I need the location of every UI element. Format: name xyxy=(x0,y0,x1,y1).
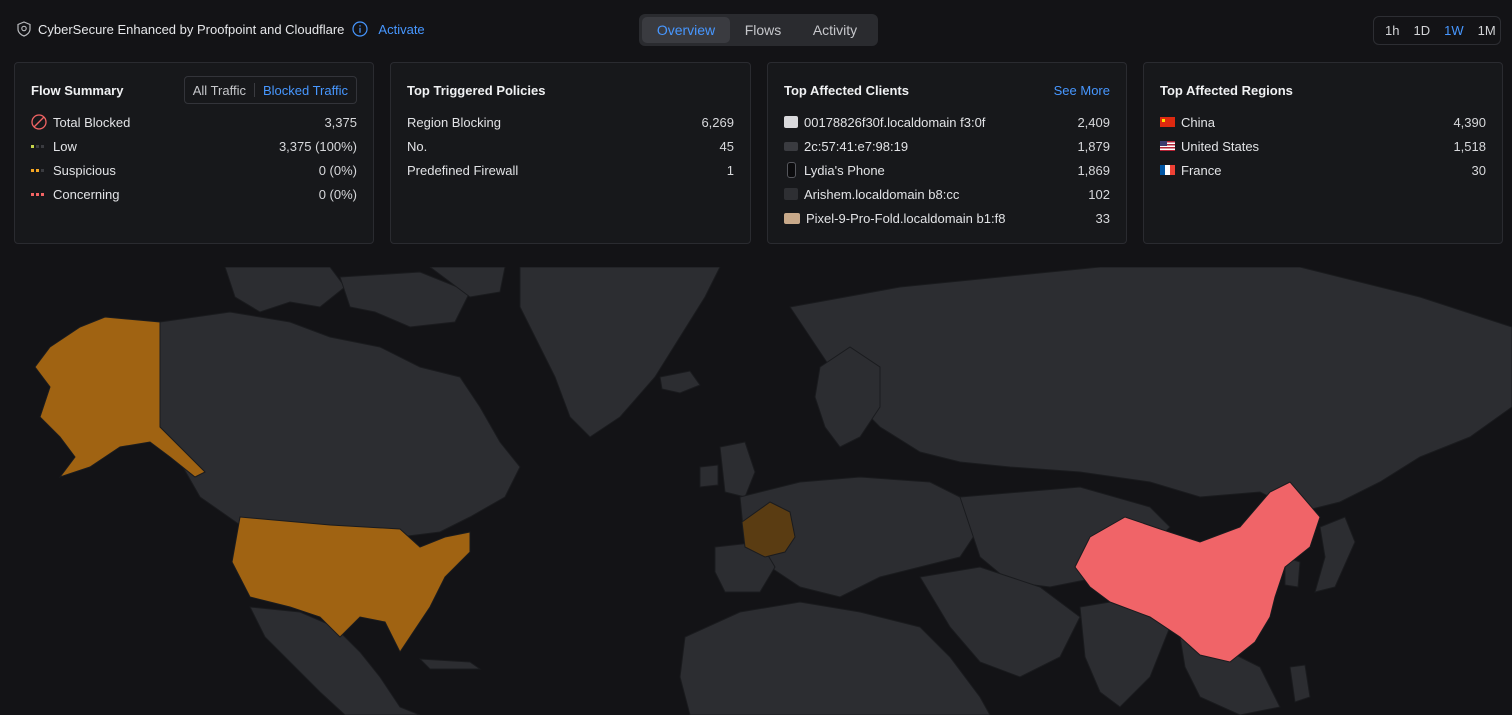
client-row[interactable]: 2c:57:41:e7:98:19 1,879 xyxy=(784,136,1110,156)
russia-region xyxy=(789,266,1512,513)
row-value: 30 xyxy=(1471,162,1486,178)
iceland xyxy=(659,370,701,394)
row-label: Concerning xyxy=(53,186,120,202)
client-row[interactable]: 00178826f30f.localdomain f3:0f 2,409 xyxy=(784,112,1110,132)
row-value: 4,390 xyxy=(1453,114,1486,130)
low-severity-icon xyxy=(31,144,47,148)
range-1d-button[interactable]: 1D xyxy=(1406,23,1437,38)
row-label: China xyxy=(1181,114,1215,130)
policy-row[interactable]: Region Blocking 6,269 xyxy=(407,112,734,132)
japan xyxy=(1314,516,1356,593)
device-icon xyxy=(784,116,798,128)
row-label: Arishem.localdomain b8:cc xyxy=(804,186,960,202)
row-label: Region Blocking xyxy=(407,114,501,130)
time-range-selector: 1h 1D 1W 1M xyxy=(1373,16,1501,45)
generic-device-icon xyxy=(784,188,798,200)
shield-icon xyxy=(16,21,32,37)
row-label: Pixel-9-Pro-Fold.localdomain b1:f8 xyxy=(806,210,1006,226)
row-value: 2,409 xyxy=(1077,114,1110,130)
row-label: 00178826f30f.localdomain f3:0f xyxy=(804,114,986,130)
tablet-icon xyxy=(784,212,800,224)
tab-activity[interactable]: Activity xyxy=(796,17,874,43)
card-title: Flow Summary xyxy=(31,83,124,98)
british-isles xyxy=(719,441,756,498)
concerning-severity-icon xyxy=(31,192,47,196)
divider xyxy=(253,83,255,97)
tab-flows[interactable]: Flows xyxy=(730,17,796,43)
usa-flag-icon xyxy=(1160,141,1175,151)
policy-row[interactable]: No. 45 xyxy=(407,136,734,156)
row-value: 1,518 xyxy=(1453,138,1486,154)
see-more-link[interactable]: See More xyxy=(1054,83,1110,98)
tab-overview[interactable]: Overview xyxy=(642,17,730,43)
row-value: 0 (0%) xyxy=(318,162,357,178)
card-title: Top Triggered Policies xyxy=(407,83,546,98)
region-row[interactable]: France 30 xyxy=(1160,160,1486,180)
top-policies-card: Top Triggered Policies Region Blocking 6… xyxy=(390,62,751,244)
row-value: 45 xyxy=(719,138,734,154)
ireland xyxy=(699,464,719,488)
phone-icon xyxy=(787,162,796,178)
product-title: CyberSecure Enhanced by Proofpoint and C… xyxy=(38,21,345,37)
summary-row: Suspicious 0 (0%) xyxy=(31,160,357,180)
row-label: Lydia's Phone xyxy=(804,162,885,178)
row-value: 3,375 (100%) xyxy=(278,138,357,154)
row-value: 6,269 xyxy=(701,114,734,130)
all-traffic-option[interactable]: All Traffic xyxy=(193,83,246,98)
greenland xyxy=(519,266,721,438)
row-label: France xyxy=(1181,162,1222,178)
row-label: Low xyxy=(53,138,77,154)
philippines xyxy=(1289,664,1311,703)
summary-row: Total Blocked 3,375 xyxy=(31,112,357,132)
africa xyxy=(679,601,991,715)
range-1w-button[interactable]: 1W xyxy=(1437,23,1471,38)
traffic-toggle: All Traffic Blocked Traffic xyxy=(183,76,357,104)
row-label: Predefined Firewall xyxy=(407,162,519,178)
top-bar: CyberSecure Enhanced by Proofpoint and C… xyxy=(0,0,1512,60)
row-value: 1,879 xyxy=(1077,138,1110,154)
row-value: 1,869 xyxy=(1077,162,1110,178)
card-title: Top Affected Clients xyxy=(784,83,909,98)
france-flag-icon xyxy=(1160,165,1175,175)
client-row[interactable]: Arishem.localdomain b8:cc 102 xyxy=(784,184,1110,204)
world-map-svg xyxy=(34,266,1512,715)
row-label: Total Blocked xyxy=(53,114,131,130)
caribbean-islands xyxy=(418,658,482,670)
range-1h-button[interactable]: 1h xyxy=(1378,23,1406,38)
info-icon[interactable] xyxy=(352,21,369,37)
range-1m-button[interactable]: 1M xyxy=(1471,23,1503,38)
summary-row: Low 3,375 (100%) xyxy=(31,136,357,156)
china-flag-icon xyxy=(1160,117,1175,127)
row-label: 2c:57:41:e7:98:19 xyxy=(804,138,909,154)
row-label: Suspicious xyxy=(53,162,116,178)
region-row[interactable]: United States 1,518 xyxy=(1160,136,1486,156)
blocked-traffic-option[interactable]: Blocked Traffic xyxy=(263,83,348,98)
product-header: CyberSecure Enhanced by Proofpoint and C… xyxy=(16,21,425,37)
blocked-icon xyxy=(31,114,47,130)
view-tabs: Overview Flows Activity xyxy=(639,14,878,46)
scandinavia xyxy=(814,346,881,448)
row-label: United States xyxy=(1181,138,1260,154)
row-value: 3,375 xyxy=(324,114,357,130)
row-label: No. xyxy=(407,138,428,154)
row-value: 0 (0%) xyxy=(318,186,357,202)
canada-region xyxy=(159,311,521,538)
region-row[interactable]: China 4,390 xyxy=(1160,112,1486,132)
row-value: 102 xyxy=(1088,186,1110,202)
top-regions-card: Top Affected Regions China 4,390 United … xyxy=(1143,62,1503,244)
suspicious-severity-icon xyxy=(31,168,47,172)
card-title: Top Affected Regions xyxy=(1160,83,1293,98)
row-value: 33 xyxy=(1095,210,1110,226)
laptop-icon xyxy=(784,141,798,151)
arctic-islands xyxy=(224,266,346,313)
row-value: 1 xyxy=(726,162,734,178)
world-map[interactable] xyxy=(0,266,1512,715)
flow-summary-card: Flow Summary All Traffic Blocked Traffic… xyxy=(14,62,374,244)
activate-link[interactable]: Activate xyxy=(378,22,424,37)
summary-row: Concerning 0 (0%) xyxy=(31,184,357,204)
policy-row[interactable]: Predefined Firewall 1 xyxy=(407,160,734,180)
client-row[interactable]: Lydia's Phone 1,869 xyxy=(784,160,1110,180)
client-row[interactable]: Pixel-9-Pro-Fold.localdomain b1:f8 33 xyxy=(784,208,1110,228)
top-clients-card: Top Affected Clients See More 00178826f3… xyxy=(767,62,1127,244)
